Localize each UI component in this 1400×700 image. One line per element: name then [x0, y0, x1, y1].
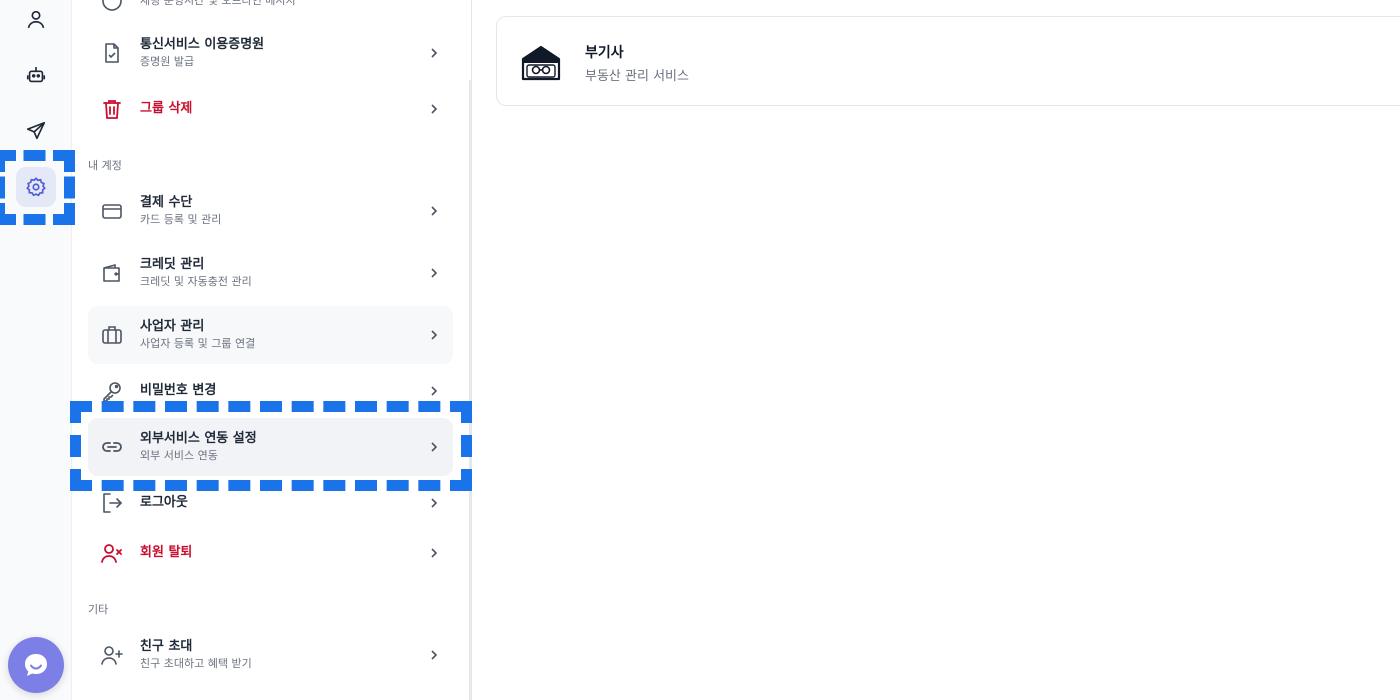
robot-icon[interactable] — [16, 55, 56, 95]
item-title: 사업자 관리 — [140, 319, 205, 334]
chevron-right-icon — [431, 498, 438, 508]
item-title: 통신서비스 이용증명원 — [140, 37, 265, 52]
item-title: 회원 탈퇴 — [140, 545, 193, 560]
chat-bubble-icon[interactable] — [8, 637, 64, 693]
chevron-right-icon — [431, 48, 438, 58]
item-subtitle: 친구 초대하고 혜택 받기 — [140, 657, 252, 670]
panel-divider — [471, 0, 472, 700]
item-title: 외부서비스 연동 설정 — [140, 431, 257, 446]
item-title: 친구 초대 — [140, 639, 193, 654]
item-subtitle: 사업자 등록 및 그룹 연결 — [140, 337, 256, 350]
chevron-right-icon — [431, 206, 438, 216]
item-title: 그룹 삭제 — [140, 101, 193, 116]
service-title: 부기사 — [585, 45, 624, 61]
item-title: 로그아웃 — [140, 495, 188, 510]
settings-item-certificate[interactable]: 통신서비스 이용증명원 증명원 발급 — [88, 24, 453, 82]
settings-item-external-service[interactable]: 외부서비스 연동 설정 외부 서비스 연동 — [88, 418, 453, 476]
item-title: 크레딧 관리 — [140, 257, 205, 272]
chevron-right-icon — [431, 650, 438, 660]
settings-item-business[interactable]: 사업자 관리 사업자 등록 및 그룹 연결 — [88, 306, 453, 364]
icon-rail — [0, 0, 72, 700]
settings-panel: 채팅 운영시간 및 오프라인 메시지 통신서비스 이용증명원 증명원 발급 그룹… — [72, 0, 471, 700]
settings-item-invite[interactable]: 친구 초대 친구 초대하고 혜택 받기 — [88, 626, 453, 684]
briefcase-icon — [100, 323, 124, 347]
link-icon — [100, 435, 124, 459]
settings-item-withdraw[interactable]: 회원 탈퇴 — [88, 524, 453, 582]
user-icon[interactable] — [16, 0, 56, 39]
bugisa-logo — [521, 45, 561, 81]
wallet-icon — [100, 261, 124, 285]
settings-item-payment[interactable]: 결제 수단 카드 등록 및 관리 — [88, 182, 453, 240]
item-subtitle: 채팅 운영시간 및 오프라인 메시지 — [140, 0, 296, 7]
credit-card-icon — [100, 199, 124, 223]
chevron-right-icon — [431, 386, 438, 396]
settings-item-password[interactable]: 비밀번호 변경 — [88, 362, 453, 420]
item-title: 비밀번호 변경 — [140, 383, 217, 398]
chevron-right-icon — [431, 104, 438, 114]
item-subtitle: 카드 등록 및 관리 — [140, 213, 222, 226]
section-label-account: 내 계정 — [88, 159, 122, 172]
key-icon — [100, 379, 124, 403]
service-card-bugisa[interactable]: 부기사 부동산 관리 서비스 — [496, 16, 1400, 106]
item-subtitle: 증명원 발급 — [140, 55, 195, 68]
document-check-icon — [100, 41, 124, 65]
item-title: 결제 수단 — [140, 195, 193, 210]
item-subtitle: 외부 서비스 연동 — [140, 449, 218, 462]
send-icon[interactable] — [16, 111, 56, 151]
gear-icon[interactable] — [16, 167, 56, 207]
user-add-icon — [100, 643, 124, 667]
section-label-other: 기타 — [88, 603, 109, 616]
settings-item-delete-group[interactable]: 그룹 삭제 — [88, 80, 453, 138]
logout-icon — [100, 491, 124, 515]
chevron-right-icon — [431, 268, 438, 278]
item-subtitle: 크레딧 및 자동충전 관리 — [140, 275, 252, 288]
trash-icon — [100, 97, 124, 121]
service-subtitle: 부동산 관리 서비스 — [585, 69, 689, 84]
chevron-right-icon — [431, 548, 438, 558]
chevron-right-icon — [431, 330, 438, 340]
settings-item-credit[interactable]: 크레딧 관리 크레딧 및 자동충전 관리 — [88, 244, 453, 302]
chevron-right-icon — [431, 442, 438, 452]
user-remove-icon — [100, 541, 124, 565]
clock-icon — [100, 0, 124, 13]
